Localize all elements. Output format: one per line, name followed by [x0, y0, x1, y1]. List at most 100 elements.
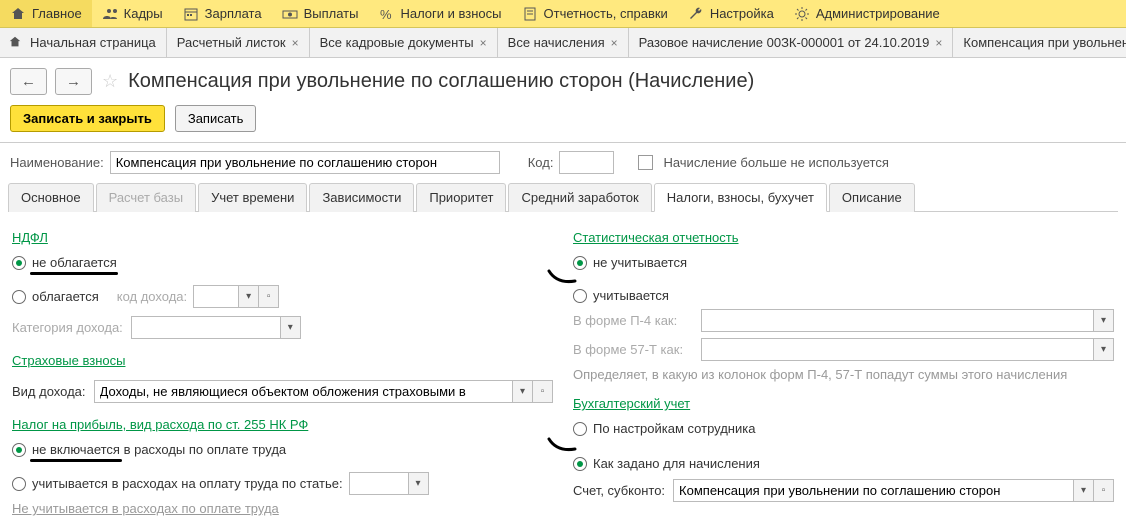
acc-opt1-label: По настройкам сотрудника	[593, 421, 755, 436]
dropdown-icon[interactable]: ▾	[513, 380, 533, 403]
inner-tab[interactable]: Учет времени	[198, 183, 307, 212]
income-type-label: Вид дохода:	[12, 384, 86, 399]
form-body: НДФЛ не облагается облагается код дохода…	[0, 212, 1126, 526]
open-icon[interactable]: ▫	[533, 380, 553, 403]
main-menu: Главное Кадры Зарплата Выплаты%Налоги и взн…	[0, 0, 1126, 28]
profit-opt-included[interactable]: учитывается в расходах на оплату труда п…	[12, 472, 553, 495]
income-type-input[interactable]	[94, 380, 513, 403]
income-code-input[interactable]	[193, 285, 239, 308]
ndfl-group-title[interactable]: НДФЛ	[12, 230, 48, 245]
doc-tab-label: Все начисления	[508, 35, 605, 50]
svg-text:%: %	[380, 7, 392, 22]
menu-home[interactable]: Главное	[0, 0, 92, 27]
profit-opt-not-included[interactable]: не включается в расходы по оплате труда	[12, 442, 553, 457]
doc-tab[interactable]: Расчетный листок ×	[167, 28, 310, 57]
doc-tab[interactable]: Все начисления ×	[498, 28, 629, 57]
income-category-combo[interactable]: ▾	[131, 316, 301, 339]
p57-combo[interactable]: ▾	[701, 338, 1114, 361]
header-form: Наименование: Код: Начисление больше не …	[0, 143, 1126, 182]
favorite-icon[interactable]: ☆	[100, 71, 120, 92]
menu-wrench[interactable]: Настройка	[678, 0, 784, 27]
acc-opt-as-set[interactable]: Как задано для начисления	[573, 456, 1114, 471]
ndfl-opt2-label: облагается	[32, 289, 99, 304]
menu-gear[interactable]: Администрирование	[784, 0, 950, 27]
document-tabs: Начальная страница Расчетный листок×Все …	[0, 28, 1126, 58]
dropdown-icon[interactable]: ▾	[1074, 479, 1094, 502]
menu-label: Кадры	[124, 6, 163, 21]
cash-icon	[282, 6, 298, 22]
menu-label: Зарплата	[205, 6, 262, 21]
name-input[interactable]	[110, 151, 500, 174]
profit-article-input[interactable]	[349, 472, 409, 495]
accounting-group-title[interactable]: Бухгалтерский учет	[573, 396, 690, 411]
close-icon[interactable]: ×	[480, 36, 487, 50]
profit-note-link[interactable]: Не учитывается в расходах по оплате труд…	[12, 501, 553, 516]
close-icon[interactable]: ×	[611, 36, 618, 50]
inner-tab[interactable]: Описание	[829, 183, 915, 212]
p4-combo[interactable]: ▾	[701, 309, 1114, 332]
unused-checkbox[interactable]	[638, 155, 653, 170]
nav-forward-button[interactable]: →	[55, 68, 92, 95]
insurance-group-title[interactable]: Страховые взносы	[12, 353, 125, 368]
dropdown-icon[interactable]: ▾	[1094, 309, 1114, 332]
dropdown-icon[interactable]: ▾	[281, 316, 301, 339]
stat-opt-counted[interactable]: учитывается	[573, 288, 1114, 303]
account-combo[interactable]: ▾ ▫	[673, 479, 1114, 502]
dropdown-icon[interactable]: ▾	[409, 472, 429, 495]
dropdown-icon[interactable]: ▾	[239, 285, 259, 308]
account-input[interactable]	[673, 479, 1074, 502]
open-icon[interactable]: ▫	[259, 285, 279, 308]
income-category-input[interactable]	[131, 316, 281, 339]
menu-label: Главное	[32, 6, 82, 21]
doc-tab-label: Разовое начисление 00ЗК-000001 от 24.10.…	[639, 35, 930, 50]
income-code-combo[interactable]: ▾ ▫	[193, 285, 279, 308]
acc-opt-by-employee[interactable]: По настройкам сотрудника	[573, 421, 1114, 436]
radio-icon	[12, 477, 26, 491]
menu-report[interactable]: Отчетность, справки	[512, 0, 678, 27]
left-column: НДФЛ не облагается облагается код дохода…	[12, 222, 553, 516]
ndfl-opt-not-taxed[interactable]: не облагается	[12, 255, 553, 270]
doc-tab-label: Расчетный листок	[177, 35, 286, 50]
menu-calendar[interactable]: Зарплата	[173, 0, 272, 27]
inner-tab[interactable]: Средний заработок	[508, 183, 651, 212]
save-and-close-button[interactable]: Записать и закрыть	[10, 105, 165, 132]
doc-tab-label: Все кадровые документы	[320, 35, 474, 50]
p57-input[interactable]	[701, 338, 1094, 361]
inner-tab[interactable]: Налоги, взносы, бухучет	[654, 183, 827, 212]
account-label: Счет, субконто:	[573, 483, 665, 498]
doc-tab[interactable]: Разовое начисление 00ЗК-000001 от 24.10.…	[629, 28, 954, 57]
inner-tab[interactable]: Основное	[8, 183, 94, 212]
profit-article-combo[interactable]: ▾	[349, 472, 429, 495]
menu-percent[interactable]: %Налоги и взносы	[368, 0, 511, 27]
profit-tax-group-title[interactable]: Налог на прибыль, вид расхода по ст. 255…	[12, 417, 308, 432]
radio-icon	[12, 256, 26, 270]
save-button[interactable]: Записать	[175, 105, 257, 132]
code-input[interactable]	[559, 151, 614, 174]
inner-tab[interactable]: Приоритет	[416, 183, 506, 212]
tab-home-label: Начальная страница	[30, 35, 156, 50]
radio-icon	[12, 290, 26, 304]
right-column: Статистическая отчетность не учитывается…	[573, 222, 1114, 516]
close-icon[interactable]: ×	[292, 36, 299, 50]
page-title: Компенсация при увольнение по соглашению…	[128, 70, 754, 93]
inner-tab[interactable]: Зависимости	[309, 183, 414, 212]
menu-people[interactable]: Кадры	[92, 0, 173, 27]
doc-tab[interactable]: Компенсация при увольнен×	[953, 28, 1126, 57]
ndfl-opt-taxed[interactable]: облагается код дохода: ▾ ▫	[12, 285, 553, 308]
dropdown-icon[interactable]: ▾	[1094, 338, 1114, 361]
menu-cash[interactable]: Выплаты	[272, 0, 369, 27]
menu-label: Администрирование	[816, 6, 940, 21]
stat-group-title[interactable]: Статистическая отчетность	[573, 230, 739, 245]
open-icon[interactable]: ▫	[1094, 479, 1114, 502]
hand-underline-icon	[547, 268, 1114, 284]
radio-icon	[573, 289, 587, 303]
p4-input[interactable]	[701, 309, 1094, 332]
gear-icon	[794, 6, 810, 22]
nav-back-button[interactable]: ←	[10, 68, 47, 95]
tab-home[interactable]: Начальная страница	[0, 28, 167, 57]
close-icon[interactable]: ×	[935, 36, 942, 50]
income-type-combo[interactable]: ▾ ▫	[94, 380, 553, 403]
income-code-label: код дохода:	[117, 289, 187, 304]
doc-tab[interactable]: Все кадровые документы ×	[310, 28, 498, 57]
income-category-label: Категория дохода:	[12, 320, 123, 335]
